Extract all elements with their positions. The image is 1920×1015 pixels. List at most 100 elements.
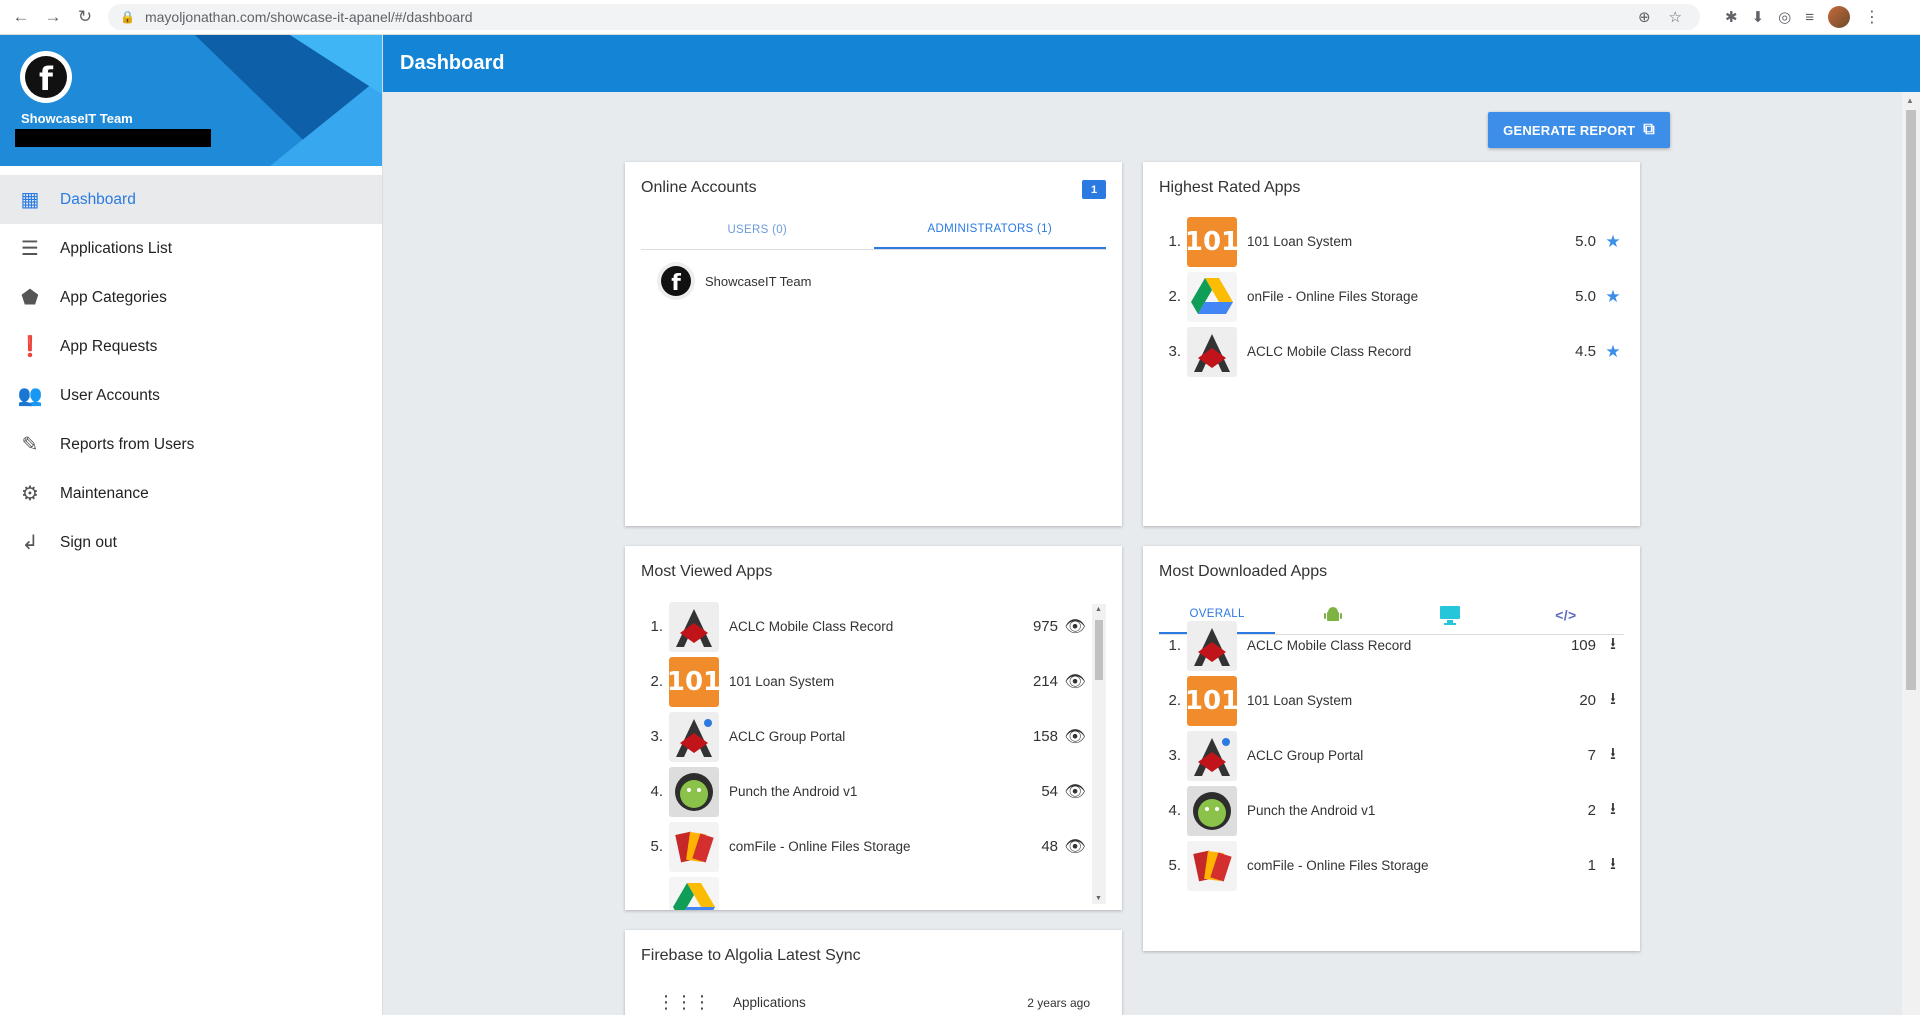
list-item[interactable]: 4. Punch the Android v1 54 👁 xyxy=(641,764,1086,819)
scroll-down-icon[interactable]: ▼ xyxy=(1095,895,1102,902)
online-accounts-card: Online Accounts 1 USERS (0) ADMINISTRATO… xyxy=(625,162,1122,526)
extension-icon[interactable]: ✱ xyxy=(1725,8,1738,26)
report-icon: ✎ xyxy=(21,434,39,456)
list-item[interactable]: 1. 101 101 Loan System 5.0 ★ xyxy=(1159,214,1624,269)
view-count: 214 xyxy=(1032,673,1058,690)
rank-number: 4. xyxy=(1168,802,1181,819)
list-item[interactable]: 2. onFile - Online Files Storage 5.0 ★ xyxy=(1159,269,1624,324)
app-name: 101 Loan System xyxy=(1247,234,1353,249)
gear-icon: ⚙ xyxy=(21,483,39,505)
list-item[interactable]: 3. ACLC Group Portal 7 ⭳ xyxy=(1159,728,1624,783)
list-item[interactable]: 2. 101 101 Loan System 214 👁 xyxy=(641,654,1086,709)
scroll-up-icon[interactable]: ▲ xyxy=(1095,606,1102,613)
list-item-partial[interactable] xyxy=(641,874,1086,910)
app-drive-icon xyxy=(669,876,719,910)
scroll-up-icon[interactable]: ▲ xyxy=(1906,96,1914,105)
sidebar-item-sign-out[interactable]: ↲ Sign out xyxy=(0,518,382,567)
eye-icon: 👁 xyxy=(1064,671,1086,691)
app-comfile-icon xyxy=(669,821,719,872)
download-icon: ⭳ xyxy=(1610,634,1616,653)
list-item[interactable]: 3. ACLC Group Portal 158 👁 xyxy=(641,709,1086,764)
dashboard-icon: ▦ xyxy=(20,189,40,211)
view-count: 54 xyxy=(1041,783,1058,800)
sidebar-item-label: Maintenance xyxy=(60,484,149,502)
rank-number: 1. xyxy=(1168,637,1181,654)
app-name: ACLC Mobile Class Record xyxy=(1247,344,1412,359)
bookmark-star-icon[interactable]: ☆ xyxy=(1669,8,1682,26)
sidebar-header: f ShowcaseIT Team xyxy=(0,35,382,166)
scrollbar-thumb[interactable] xyxy=(1906,110,1916,690)
page-title: Dashboard xyxy=(400,52,505,74)
rating-value: 5.0 xyxy=(1575,233,1596,250)
app-name: ACLC Mobile Class Record xyxy=(1247,638,1412,653)
app-101-icon: 101 xyxy=(1187,675,1237,726)
app-android-icon xyxy=(669,766,719,817)
facebook-avatar: f xyxy=(657,262,695,300)
rank-number: 5. xyxy=(1168,857,1181,874)
extension-icon-2[interactable]: ◎ xyxy=(1778,8,1791,26)
app-aclc-icon xyxy=(669,601,719,652)
list-item[interactable]: 3. ACLC Mobile Class Record 4.5 ★ xyxy=(1159,324,1624,379)
back-icon[interactable]: ← xyxy=(10,6,32,28)
list-item[interactable]: 5. comFile - Online Files Storage 1 ⭳ xyxy=(1159,838,1624,893)
sidebar-item-reports-from-users[interactable]: ✎ Reports from Users xyxy=(0,420,382,469)
more-icon[interactable]: ⋮ xyxy=(1864,7,1880,27)
alert-icon: ❗ xyxy=(17,336,43,358)
profile-avatar[interactable] xyxy=(1828,6,1850,28)
add-icon[interactable]: ⊕ xyxy=(1638,8,1651,26)
sidebar-item-label: Applications List xyxy=(60,239,173,257)
rank-number: 3. xyxy=(1168,747,1181,764)
label-icon: ⬟ xyxy=(21,287,39,309)
sidebar-item-label: Reports from Users xyxy=(60,435,195,453)
online-user-item[interactable]: f ShowcaseIT Team xyxy=(657,262,811,300)
rank-number: 4. xyxy=(650,783,663,800)
app-name: onFile - Online Files Storage xyxy=(1247,289,1419,304)
reading-list-icon[interactable]: ≡ xyxy=(1805,9,1814,26)
download-icon[interactable]: ⬇ xyxy=(1752,8,1765,26)
app-aclc-icon xyxy=(1187,620,1237,671)
sidebar-item-label: App Requests xyxy=(60,337,158,355)
most-downloaded-card: Most Downloaded Apps OVERALL </> 1. ACLC… xyxy=(1143,546,1640,951)
list-item[interactable]: 1. ACLC Mobile Class Record 975 👁 xyxy=(641,599,1086,654)
rank-number: 5. xyxy=(650,838,663,855)
list-item[interactable]: 2. 101 101 Loan System 20 ⭳ xyxy=(1159,673,1624,728)
sidebar-item-app-requests[interactable]: ❗ App Requests xyxy=(0,322,382,371)
list-item[interactable]: 5. comFile - Online Files Storage 48 👁 xyxy=(641,819,1086,874)
card-title: Highest Rated Apps xyxy=(1159,179,1301,196)
reload-icon[interactable]: ↻ xyxy=(74,6,96,28)
sidebar-item-applications-list[interactable]: ☰ Applications List xyxy=(0,224,382,273)
view-count: 48 xyxy=(1041,838,1058,855)
app-header: Dashboard xyxy=(383,35,1920,92)
rank-number: 3. xyxy=(650,728,663,745)
app-name: Punch the Android v1 xyxy=(1247,803,1376,818)
download-count: 2 xyxy=(1587,802,1596,819)
app-name: ACLC Group Portal xyxy=(729,729,846,744)
most-viewed-list: 1. ACLC Mobile Class Record 975 👁 2. 101… xyxy=(641,599,1086,910)
download-icon: ⭳ xyxy=(1610,854,1616,873)
tab-administrators[interactable]: ADMINISTRATORS (1) xyxy=(873,210,1106,249)
list-icon: ☰ xyxy=(21,238,39,260)
online-accounts-tabs: USERS (0) ADMINISTRATORS (1) xyxy=(641,210,1106,250)
tab-users[interactable]: USERS (0) xyxy=(641,210,874,249)
list-item[interactable]: 4. Punch the Android v1 2 ⭳ xyxy=(1159,783,1624,838)
page-scrollbar[interactable]: ▲ xyxy=(1902,92,1920,1015)
most-viewed-card: Most Viewed Apps 1. ACLC Mobile Class Re… xyxy=(625,546,1122,910)
sidebar-item-maintenance[interactable]: ⚙ Maintenance xyxy=(0,469,382,518)
list-scrollbar[interactable]: ▲ ▼ xyxy=(1092,604,1106,904)
list-item[interactable]: 1. ACLC Mobile Class Record 109 ⭳ xyxy=(1159,618,1624,673)
sidebar-item-user-accounts[interactable]: 👥 User Accounts xyxy=(0,371,382,420)
sidebar-item-app-categories[interactable]: ⬟ App Categories xyxy=(0,273,382,322)
forward-icon[interactable]: → xyxy=(42,6,64,28)
sidebar-item-label: App Categories xyxy=(60,288,167,306)
url-text: mayoljonathan.com/showcase-it-apanel/#/d… xyxy=(144,9,473,25)
app-name: 101 Loan System xyxy=(729,674,835,689)
scrollbar-thumb[interactable] xyxy=(1095,620,1103,680)
app-aclc-portal-icon xyxy=(1187,730,1237,781)
address-bar[interactable]: 🔒 mayoljonathan.com/showcase-it-apanel/#… xyxy=(108,4,1700,30)
sidebar-item-dashboard[interactable]: ▦ Dashboard xyxy=(0,175,382,224)
highest-rated-card: Highest Rated Apps 1. 101 101 Loan Syste… xyxy=(1143,162,1640,526)
generate-report-button[interactable]: GENERATE REPORT ⧉ xyxy=(1488,112,1670,148)
card-title: Most Downloaded Apps xyxy=(1159,563,1328,580)
lock-icon: 🔒 xyxy=(120,10,135,24)
download-icon: ⭳ xyxy=(1610,744,1616,763)
